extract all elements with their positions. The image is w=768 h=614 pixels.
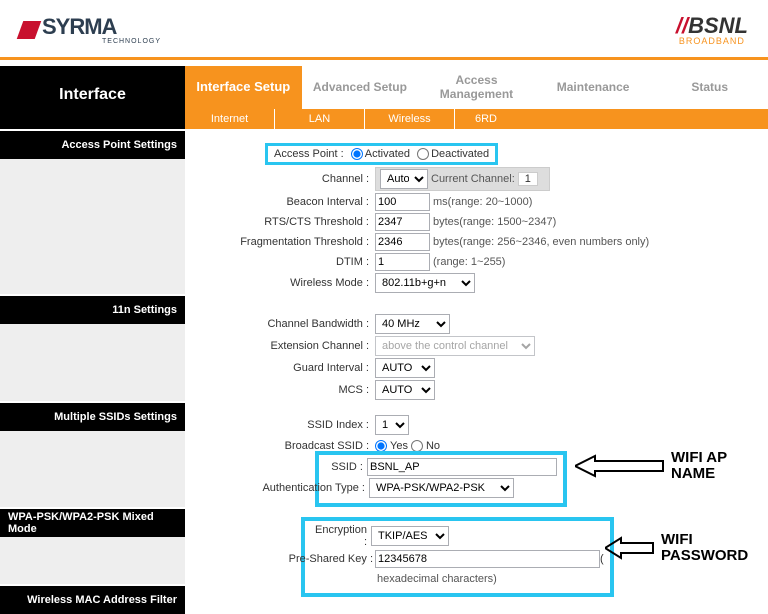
psk-input[interactable] bbox=[375, 550, 600, 568]
tab-maintenance[interactable]: Maintenance bbox=[535, 66, 652, 109]
highlight-ssid-block: SSID : Authentication Type : WPA-PSK/WPA… bbox=[315, 451, 567, 507]
ext-select[interactable]: above the control channel bbox=[375, 336, 535, 356]
channel-select[interactable]: Auto bbox=[380, 169, 428, 189]
section-ssid: Multiple SSIDs Settings bbox=[0, 401, 185, 431]
psk-label: Pre-Shared Key : bbox=[281, 553, 373, 565]
annotation-ap-name: WIFI AP NAME bbox=[575, 450, 751, 482]
highlight-psk-block: Encryption : TKIP/AES Pre-Shared Key : (… bbox=[301, 517, 614, 597]
frag-input[interactable] bbox=[375, 233, 430, 251]
section-wpa: WPA-PSK/WPA2-PSK Mixed Mode bbox=[0, 507, 185, 537]
beacon-label: Beacon Interval : bbox=[195, 196, 375, 208]
enc-select[interactable]: TKIP/AES bbox=[371, 526, 449, 546]
ext-label: Extension Channel : bbox=[195, 340, 375, 352]
sidebar-title: Interface bbox=[0, 66, 185, 129]
tab-access-management[interactable]: Access Management bbox=[418, 66, 535, 109]
annotation-password: WIFI PASSWORD bbox=[605, 532, 761, 564]
ssid-input[interactable] bbox=[367, 458, 557, 476]
mcs-select[interactable]: AUTO bbox=[375, 380, 435, 400]
guard-label: Guard Interval : bbox=[195, 362, 375, 374]
channel-label: Channel : bbox=[195, 173, 375, 185]
subtab-6rd[interactable]: 6RD bbox=[455, 109, 768, 129]
frag-label: Fragmentation Threshold : bbox=[195, 236, 375, 248]
sub-tabs: Internet LAN Wireless 6RD bbox=[185, 109, 768, 129]
syrma-icon bbox=[17, 21, 42, 39]
access-point-label: Access Point : bbox=[274, 148, 344, 160]
rts-input[interactable] bbox=[375, 213, 430, 231]
bw-select[interactable]: 40 MHz bbox=[375, 314, 450, 334]
dtim-input[interactable] bbox=[375, 253, 430, 271]
arrow-left-icon bbox=[575, 454, 665, 478]
subtab-lan[interactable]: LAN bbox=[275, 109, 365, 129]
sidebar: Interface Access Point Settings 11n Sett… bbox=[0, 66, 185, 614]
mcs-label: MCS : bbox=[195, 384, 375, 396]
ssid-label: SSID : bbox=[325, 461, 367, 473]
ssid-index-select[interactable]: 1 bbox=[375, 415, 409, 435]
tab-advanced-setup[interactable]: Advanced Setup bbox=[302, 66, 419, 109]
wmode-label: Wireless Mode : bbox=[195, 277, 375, 289]
section-11n: 11n Settings bbox=[0, 294, 185, 324]
subtab-internet[interactable]: Internet bbox=[185, 109, 275, 129]
main-tabs: Interface Setup Advanced Setup Access Ma… bbox=[185, 66, 768, 109]
wmode-select[interactable]: 802.11b+g+n bbox=[375, 273, 475, 293]
auth-label: Authentication Type : bbox=[325, 482, 365, 494]
page-header: SYRMA TECHNOLOGY //BSNL BROADBAND bbox=[0, 0, 768, 60]
dtim-label: DTIM : bbox=[195, 256, 375, 268]
tab-interface-setup[interactable]: Interface Setup bbox=[185, 66, 302, 109]
tab-status[interactable]: Status bbox=[651, 66, 768, 109]
section-ap-settings: Access Point Settings bbox=[0, 129, 185, 159]
logo-bsnl: //BSNL BROADBAND bbox=[676, 13, 748, 46]
bw-label: Channel Bandwidth : bbox=[195, 318, 375, 330]
ssid-index-label: SSID Index : bbox=[195, 419, 375, 431]
guard-select[interactable]: AUTO bbox=[375, 358, 435, 378]
rts-label: RTS/CTS Threshold : bbox=[195, 216, 375, 228]
highlight-access-point: Access Point : Activated Deactivated bbox=[265, 143, 498, 165]
subtab-wireless[interactable]: Wireless bbox=[365, 109, 455, 129]
arrow-left-icon bbox=[605, 536, 655, 560]
auth-select[interactable]: WPA-PSK/WPA2-PSK bbox=[369, 478, 514, 498]
beacon-input[interactable] bbox=[375, 193, 430, 211]
radio-activated[interactable] bbox=[351, 148, 363, 160]
section-mac: Wireless MAC Address Filter bbox=[0, 584, 185, 614]
logo-syrma: SYRMA TECHNOLOGY bbox=[20, 14, 161, 45]
radio-deactivated[interactable] bbox=[417, 148, 429, 160]
enc-label: Encryption : bbox=[311, 524, 371, 548]
